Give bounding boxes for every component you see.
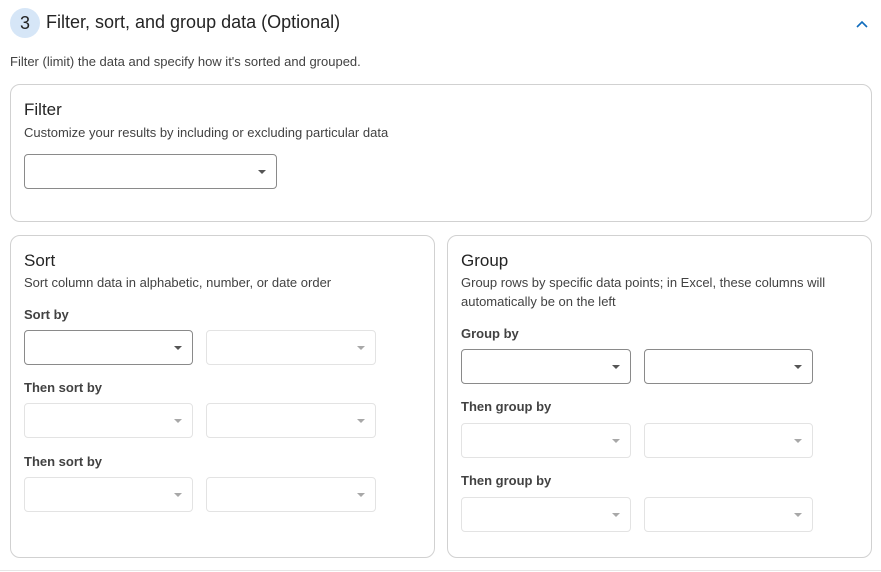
then-sort-by-order-dropdown[interactable] (206, 477, 376, 512)
group-description-line2: automatically be on the left (461, 294, 616, 309)
then-group-by-column-dropdown[interactable] (461, 497, 631, 532)
section-title: Filter, sort, and group data (Optional) (46, 12, 341, 32)
then-sort-by-column-dropdown[interactable] (24, 477, 193, 512)
chevron-up-icon (856, 20, 868, 28)
section-divider (0, 570, 881, 571)
group-description-line1: Group rows by specific data points; in E… (461, 275, 826, 290)
chevron-down-icon (794, 439, 802, 443)
then-sort-by-label: Then sort by (24, 380, 103, 395)
group-title: Group (461, 251, 509, 270)
group-by-label: Group by (461, 326, 519, 341)
sort-title: Sort (24, 251, 56, 270)
then-sort-by-column-dropdown[interactable] (24, 403, 193, 438)
chevron-down-icon (357, 493, 365, 497)
chevron-down-icon (612, 439, 620, 443)
filter-card: Filter Customize your results by includi… (10, 84, 872, 222)
chevron-down-icon (357, 419, 365, 423)
then-group-by-option-dropdown[interactable] (644, 423, 813, 458)
section-header[interactable]: 3 Filter, sort, and group data (Optional… (10, 8, 876, 40)
chevron-down-icon (174, 346, 182, 350)
chevron-down-icon (794, 513, 802, 517)
then-sort-by-order-dropdown[interactable] (206, 403, 376, 438)
then-group-by-column-dropdown[interactable] (461, 423, 631, 458)
chevron-down-icon (174, 419, 182, 423)
group-by-option-dropdown[interactable] (644, 349, 813, 384)
group-card: Group Group rows by specific data points… (447, 235, 872, 558)
then-group-by-label: Then group by (461, 473, 552, 488)
sort-by-column-dropdown[interactable] (24, 330, 193, 365)
sort-by-order-dropdown[interactable] (206, 330, 376, 365)
chevron-down-icon (357, 346, 365, 350)
then-group-by-label: Then group by (461, 399, 552, 414)
then-sort-by-label: Then sort by (24, 454, 103, 469)
sort-card: Sort Sort column data in alphabetic, num… (10, 235, 435, 558)
filter-description: Customize your results by including or e… (24, 125, 389, 140)
group-by-column-dropdown[interactable] (461, 349, 631, 384)
chevron-down-icon (258, 170, 266, 174)
section-description: Filter (limit) the data and specify how … (10, 54, 361, 69)
step-number-badge: 3 (10, 8, 40, 38)
filter-title: Filter (24, 100, 62, 119)
sort-by-label: Sort by (24, 307, 69, 322)
chevron-down-icon (794, 365, 802, 369)
chevron-down-icon (174, 493, 182, 497)
chevron-down-icon (612, 365, 620, 369)
then-group-by-option-dropdown[interactable] (644, 497, 813, 532)
collapse-button[interactable] (852, 14, 872, 34)
filter-dropdown[interactable] (24, 154, 277, 189)
chevron-down-icon (612, 513, 620, 517)
sort-description: Sort column data in alphabetic, number, … (24, 275, 332, 290)
